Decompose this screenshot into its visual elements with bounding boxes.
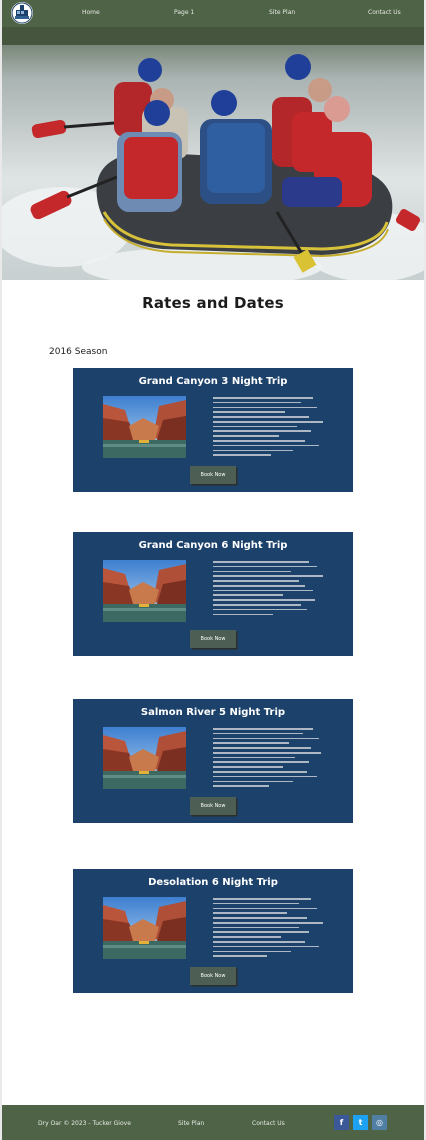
trip-photo <box>103 560 186 622</box>
text-line <box>213 912 287 914</box>
text-line <box>213 898 311 900</box>
book-now-button[interactable]: Book Now <box>190 466 236 484</box>
text-line <box>213 580 299 582</box>
trip-card: Salmon River 5 Night Trip Book Now <box>73 699 353 823</box>
text-line <box>213 950 291 953</box>
nav-item-home[interactable]: Home <box>82 9 100 16</box>
text-line <box>213 785 269 787</box>
text-line <box>213 425 297 428</box>
text-line <box>213 454 271 456</box>
text-line <box>213 902 299 905</box>
text-line <box>213 742 289 744</box>
text-line <box>213 917 307 919</box>
season-label: 2016 Season <box>49 347 108 357</box>
hero-image <box>2 27 424 280</box>
text-line <box>213 921 323 924</box>
text-line <box>213 589 313 592</box>
trip-title: Salmon River 5 Night Trip <box>140 707 286 718</box>
text-line <box>213 756 295 759</box>
trip-photo <box>103 396 186 458</box>
trip-card: Desolation 6 Night Trip Book Now <box>73 869 353 993</box>
text-line <box>213 780 293 783</box>
trip-title: Grand Canyon 6 Night Trip <box>138 540 288 551</box>
book-now-button[interactable]: Book Now <box>190 630 236 648</box>
text-line <box>213 936 281 938</box>
footer-site-plan-link[interactable]: Site Plan <box>178 1120 204 1127</box>
text-line <box>213 955 267 957</box>
text-line <box>213 613 273 616</box>
trip-photo <box>103 897 186 959</box>
text-line <box>213 608 307 611</box>
text-line <box>213 416 309 418</box>
text-line <box>213 775 317 778</box>
text-line <box>213 604 301 606</box>
logo-icon <box>11 2 33 24</box>
text-line <box>213 599 315 601</box>
text-line <box>213 449 293 452</box>
text-line <box>213 747 311 749</box>
nav-item-page-1[interactable]: Page 1 <box>174 9 194 16</box>
footer-copyright: Dry Oar © 2023 - Tucker Giove <box>38 1120 131 1127</box>
text-line <box>213 430 311 433</box>
top-nav: Home Page 1 Site Plan Contact Us <box>2 0 424 27</box>
logo[interactable] <box>11 2 33 24</box>
page-title: Rates and Dates <box>142 294 284 312</box>
text-line <box>213 751 321 754</box>
text-line <box>213 728 313 730</box>
trip-description <box>213 561 337 618</box>
text-line <box>213 575 323 577</box>
text-line <box>213 771 307 773</box>
text-line <box>213 565 317 568</box>
page: Home Page 1 Site Plan Contact Us Rates a… <box>2 0 424 1140</box>
text-line <box>213 406 317 409</box>
book-now-button[interactable]: Book Now <box>190 967 236 985</box>
footer-contact-link[interactable]: Contact Us <box>252 1120 285 1127</box>
text-line <box>213 732 303 735</box>
text-line <box>213 737 319 740</box>
twitter-icon[interactable]: t <box>353 1115 368 1130</box>
trip-title: Grand Canyon 3 Night Trip <box>138 376 288 387</box>
text-line <box>213 931 309 934</box>
text-line <box>213 397 313 399</box>
trip-card: Grand Canyon 6 Night Trip Book Now <box>73 532 353 656</box>
text-line <box>213 941 305 943</box>
text-line <box>213 411 285 413</box>
nav-item-site-plan[interactable]: Site Plan <box>269 9 295 16</box>
trip-description <box>213 728 337 790</box>
text-line <box>213 945 319 948</box>
text-line <box>213 766 283 768</box>
instagram-icon[interactable]: ◎ <box>372 1115 387 1130</box>
trip-card: Grand Canyon 3 Night Trip Book Now <box>73 368 353 492</box>
text-line <box>213 926 299 929</box>
trip-description <box>213 898 337 960</box>
text-line <box>213 570 291 573</box>
text-line <box>213 444 319 447</box>
text-line <box>213 907 317 910</box>
facebook-icon[interactable]: f <box>334 1115 349 1130</box>
trip-title: Desolation 6 Night Trip <box>148 877 278 888</box>
text-line <box>213 440 305 442</box>
text-line <box>213 761 309 764</box>
nav-item-contact-us[interactable]: Contact Us <box>368 9 401 16</box>
text-line <box>213 420 323 423</box>
trip-photo <box>103 727 186 789</box>
text-line <box>213 435 279 437</box>
text-line <box>213 561 309 563</box>
book-now-button[interactable]: Book Now <box>190 797 236 815</box>
footer: Dry Oar © 2023 - Tucker Giove Site Plan … <box>2 1105 424 1140</box>
text-line <box>213 594 283 597</box>
text-line <box>213 584 305 587</box>
trip-description <box>213 397 337 459</box>
text-line <box>213 401 301 404</box>
